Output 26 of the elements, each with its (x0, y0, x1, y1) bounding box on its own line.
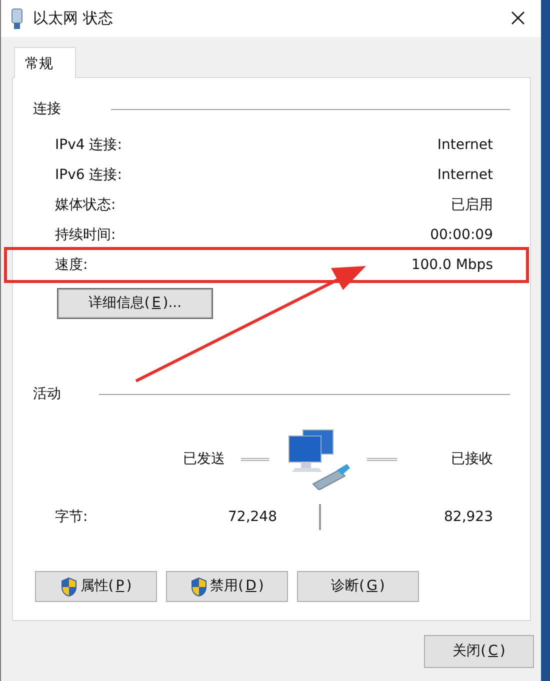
field-label: 媒体状态: (55, 196, 116, 214)
field-label: 速度: (55, 256, 88, 274)
action-button[interactable]: 属性(P) (35, 571, 157, 602)
network-adapter-icon (9, 8, 25, 30)
section-heading: 活动 (33, 384, 61, 404)
bytes-label: 字节: (55, 508, 89, 526)
received-label: 已接收 (451, 450, 493, 468)
field-value: 已启用 (451, 196, 493, 214)
close-button[interactable]: 关闭(C) (424, 635, 534, 668)
field-label: IPv6 连接: (55, 166, 122, 184)
action-button[interactable]: 禁用(D) (166, 571, 288, 602)
field-label: 持续时间: (55, 226, 116, 244)
sent-label: 已发送 (183, 450, 226, 468)
field-value: 100.0 Mbps (411, 256, 493, 274)
field-value: Internet (437, 166, 493, 184)
received-bytes: 82,923 (444, 508, 493, 526)
field-label: IPv4 连接: (55, 136, 122, 154)
tab[interactable]: 常规 (14, 47, 76, 78)
window-title: 以太网 状态 (33, 8, 113, 30)
field-value: Internet (437, 136, 493, 154)
field-value: 00:00:09 (430, 226, 493, 244)
section-heading: 连接 (33, 100, 61, 118)
details-button[interactable]: 详细信息(E)... (57, 288, 213, 319)
network-computers-icon (287, 428, 353, 490)
sent-bytes: 72,248 (227, 508, 277, 526)
action-button[interactable]: 诊断(G) (297, 571, 419, 602)
